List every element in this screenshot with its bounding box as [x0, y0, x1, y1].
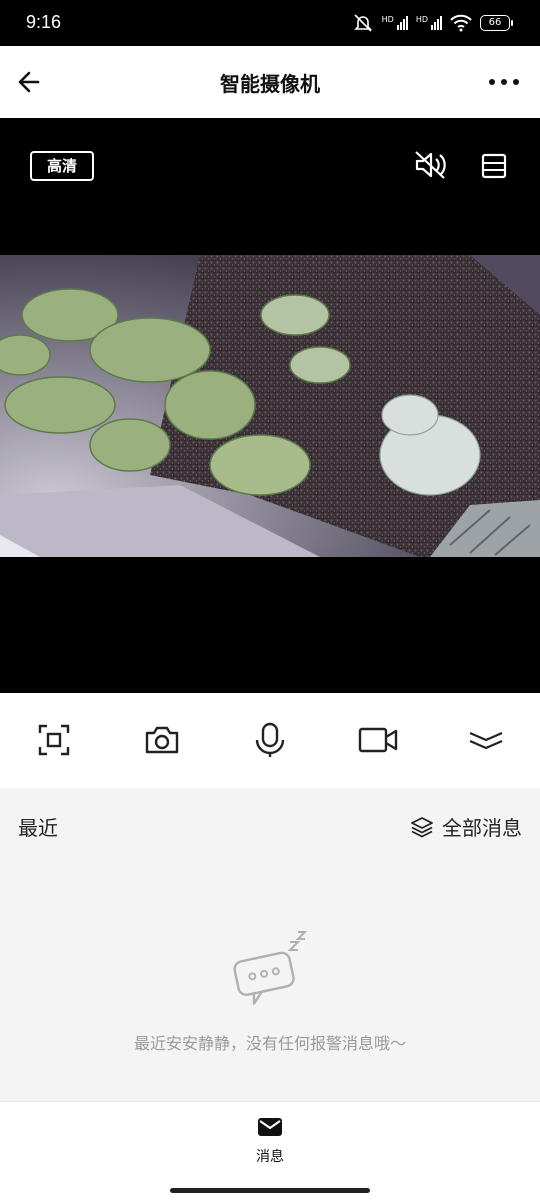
mute-notification-icon: [353, 14, 372, 32]
camera-controls-bar: [0, 693, 540, 788]
speaker-muted-icon[interactable]: [412, 150, 448, 180]
camera-feed-image: [0, 255, 540, 557]
expand-controls-button[interactable]: [464, 718, 508, 762]
signal-icon-2: HD: [416, 16, 442, 30]
empty-state-text: 最近安安静静，没有任何报警消息哦～: [133, 1034, 406, 1053]
all-messages-link[interactable]: 全部消息: [410, 812, 522, 841]
bottom-navigation: 消息: [0, 1101, 540, 1201]
status-time: 9:16: [26, 12, 62, 32]
frame-capture-icon: [38, 724, 70, 756]
talk-button[interactable]: [248, 718, 292, 762]
snapshot-button[interactable]: [140, 718, 184, 762]
video-camera-icon: [358, 727, 398, 753]
all-messages-label: 全部消息: [442, 816, 522, 840]
layout-toggle-icon[interactable]: [480, 152, 508, 180]
page-title: 智能摄像机: [220, 72, 320, 96]
recent-label: 最近: [18, 816, 58, 840]
tab-messages-label: 消息: [256, 1149, 284, 1165]
status-icons: HD HD 66: [352, 12, 513, 34]
chevron-double-down-icon: [469, 731, 503, 750]
more-options-icon[interactable]: [486, 68, 522, 96]
battery-icon: 66: [480, 15, 513, 31]
home-indicator[interactable]: [170, 1188, 370, 1193]
camera-icon: [145, 726, 179, 754]
frame-capture-button[interactable]: [32, 718, 76, 762]
envelope-icon: [258, 1118, 282, 1136]
app-header: 智能摄像机: [0, 46, 540, 118]
microphone-icon: [255, 722, 285, 757]
tab-messages[interactable]: 消息: [230, 1116, 310, 1166]
layers-icon: [411, 816, 433, 837]
live-video-player[interactable]: 高清: [0, 118, 540, 693]
empty-chat-sleep-icon: [233, 931, 308, 1005]
quality-toggle-button[interactable]: 高清: [30, 151, 94, 181]
wifi-icon: [450, 14, 472, 32]
signal-icon: HD: [382, 16, 408, 30]
messages-panel: 最近 全部消息 最近安安静静，没有任何报警消息哦～: [0, 788, 540, 1101]
record-button[interactable]: [356, 718, 400, 762]
status-bar: 9:16 HD HD 66: [0, 0, 540, 46]
